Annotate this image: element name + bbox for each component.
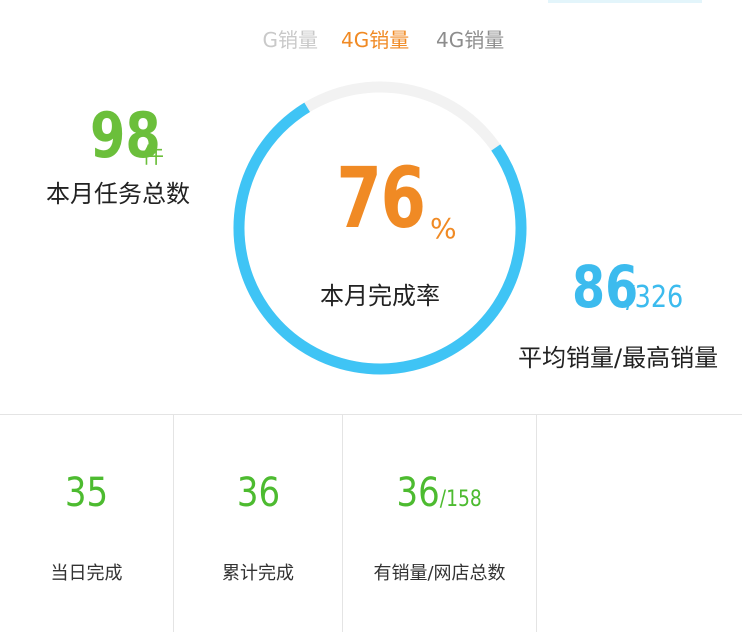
completion-rate-value: 76	[335, 149, 426, 247]
stat-label: 当日完成	[50, 563, 123, 584]
stat-cell-today[interactable]: 35 当日完成	[0, 415, 174, 632]
stat-cell-stores-with-sales[interactable]: 36/158 有销量/网店总数	[343, 415, 537, 632]
average-max-sales-label: 平均销量/最高销量	[518, 344, 719, 372]
completion-rate-label: 本月完成率	[320, 282, 440, 310]
stat-value: 36/158	[396, 470, 483, 516]
tab-4g-sales-active[interactable]: 4G销量	[341, 22, 409, 58]
stat-label: 累计完成	[222, 563, 294, 584]
task-total-unit: 件	[142, 144, 165, 169]
sales-dashboard: G销量 4G销量 4G销量 76 % 本月完成率 98 件 本月任务总数 86 …	[0, 0, 742, 632]
tab-3g-sales[interactable]: G销量	[258, 22, 319, 58]
completion-rate-unit: %	[430, 212, 457, 245]
max-sales-value: /326	[626, 280, 684, 315]
completion-rate: 76 %	[230, 150, 530, 246]
stat-cell-empty	[537, 415, 742, 632]
top-accent-bar	[548, 0, 702, 3]
stat-value: 36	[236, 470, 280, 516]
stat-label: 有销量/网店总数	[373, 563, 506, 584]
sales-type-tabs: G销量 4G销量 4G销量	[0, 22, 742, 58]
stats-grid: 35 当日完成 36 累计完成 36/158 有销量/网店总数	[0, 415, 742, 632]
stat-value: 35	[64, 470, 109, 516]
stat-value	[537, 469, 742, 517]
tab-4g-sales[interactable]: 4G销量	[436, 22, 504, 58]
stat-cell-cumulative[interactable]: 36 累计完成	[174, 415, 343, 632]
task-total-label: 本月任务总数	[46, 180, 190, 208]
